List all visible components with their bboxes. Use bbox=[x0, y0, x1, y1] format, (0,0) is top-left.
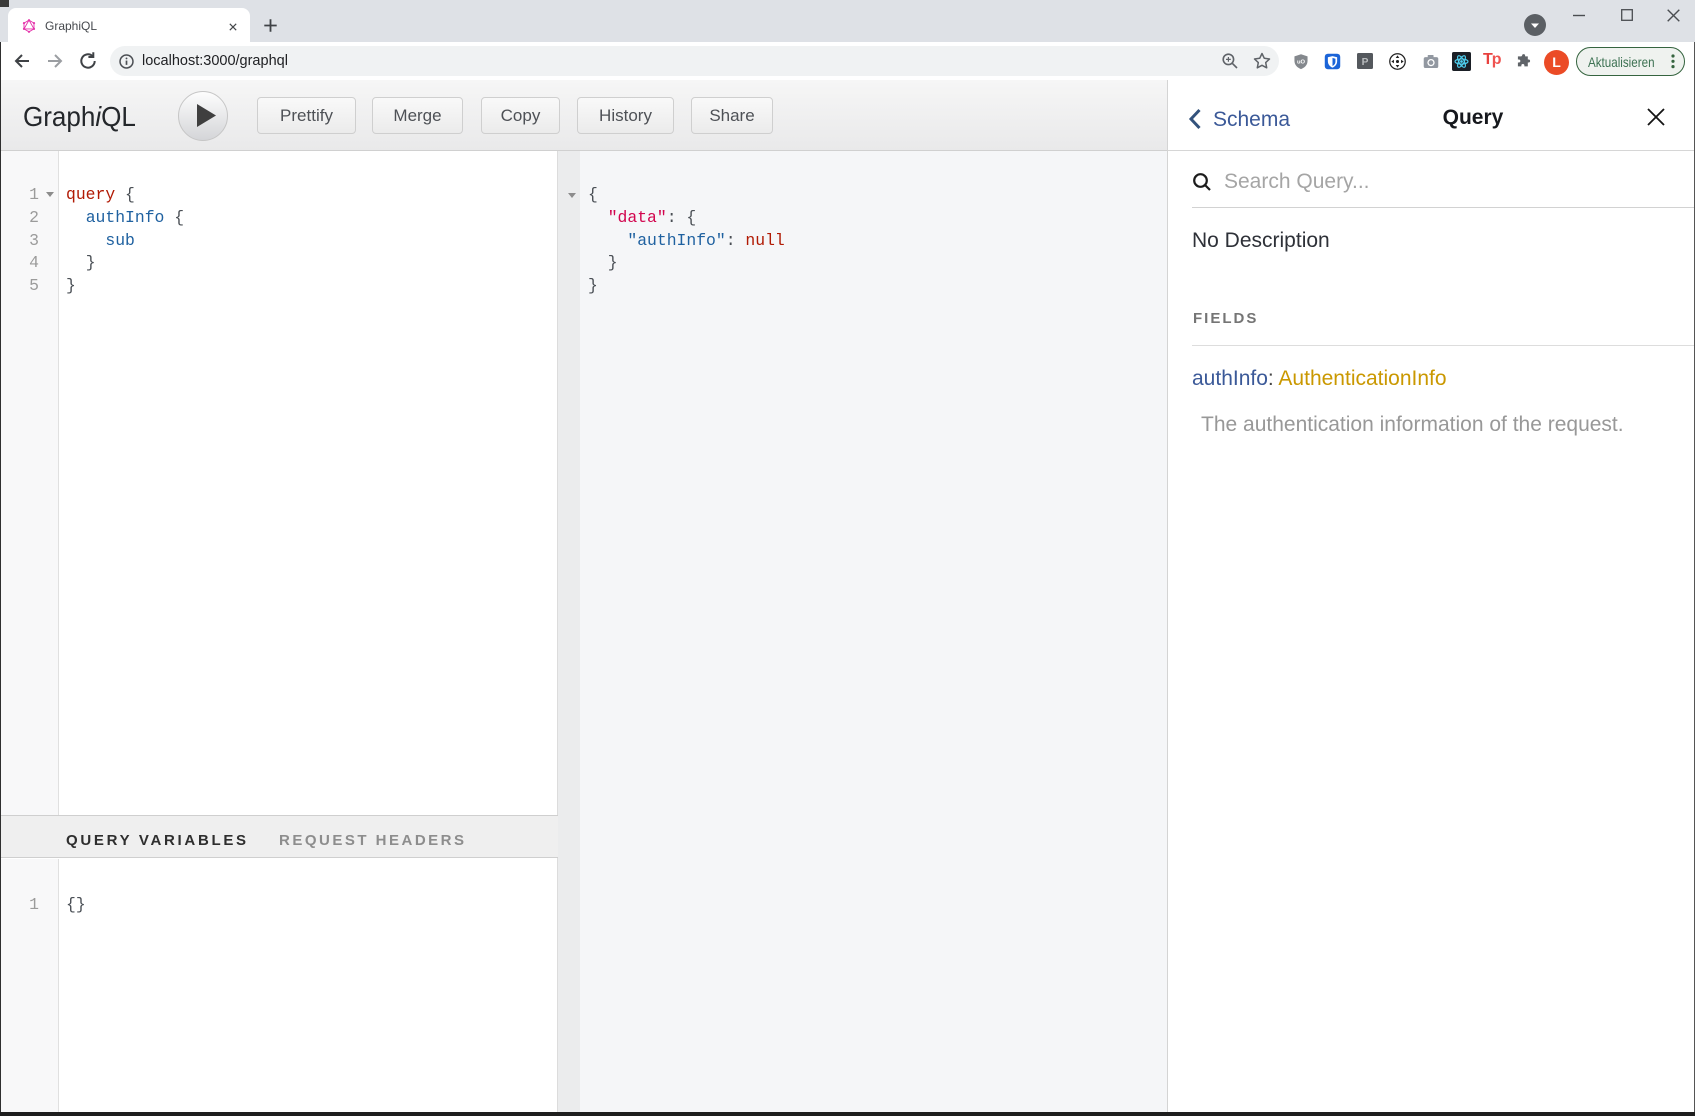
svg-text:uO: uO bbox=[1297, 60, 1306, 66]
svg-text:P: P bbox=[1362, 57, 1369, 68]
